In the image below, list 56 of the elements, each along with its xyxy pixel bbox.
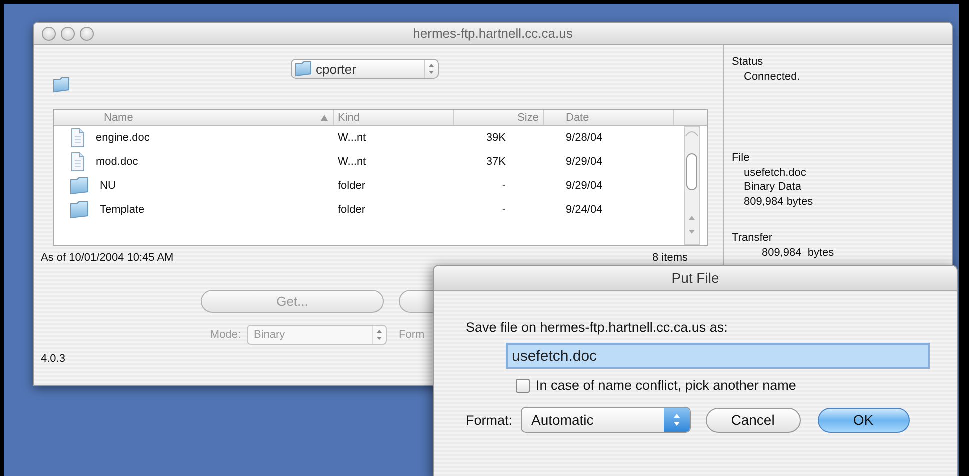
file-name: engine.doc bbox=[96, 132, 150, 144]
mode-label: Mode: bbox=[209, 329, 241, 341]
info-value: 809,984 bytes bbox=[743, 194, 814, 209]
put-button[interactable] bbox=[399, 290, 433, 313]
file-size: 39K bbox=[485, 132, 507, 144]
column-header[interactable]: Kind bbox=[334, 110, 454, 125]
file-date: 9/29/04 bbox=[565, 180, 604, 192]
info-value: 809,984 bytes bbox=[761, 246, 836, 260]
file-size: 37K bbox=[485, 156, 507, 168]
sort-arrow-icon bbox=[320, 114, 329, 122]
save-prompt: Save file on hermes-ftp.hartnell.cc.ca.us as: bbox=[466, 320, 729, 335]
info-value: usefetch.doc bbox=[743, 166, 808, 180]
scrollbar[interactable] bbox=[684, 126, 700, 245]
column-header[interactable]: Size bbox=[454, 110, 544, 125]
file-name: mod.doc bbox=[96, 156, 138, 168]
last-updated-text: As of 10/01/2004 10:45 AM bbox=[41, 252, 174, 264]
document-icon bbox=[70, 128, 86, 148]
format-label: Format: bbox=[466, 412, 513, 428]
column-header[interactable]: Name bbox=[54, 110, 334, 125]
file-name: NU bbox=[100, 180, 116, 192]
file-date: 9/28/04 bbox=[565, 132, 604, 144]
folder-icon bbox=[53, 77, 71, 93]
version-text: 4.0.3 bbox=[41, 353, 66, 365]
file-kind: folder bbox=[337, 180, 367, 192]
file-date: 9/29/04 bbox=[565, 156, 604, 168]
folder-popup[interactable]: cporter bbox=[291, 59, 439, 79]
dialog-button[interactable]: OK bbox=[818, 408, 910, 432]
file-date: 9/24/04 bbox=[565, 204, 604, 216]
window-title: hermes-ftp.hartnell.cc.ca.us bbox=[413, 26, 573, 41]
file-kind: W...nt bbox=[337, 156, 368, 168]
file-size: - bbox=[501, 204, 507, 216]
folder-icon bbox=[70, 177, 90, 195]
conflict-checkbox[interactable] bbox=[516, 378, 530, 392]
folder-icon bbox=[295, 61, 313, 77]
info-value: Binary Data bbox=[743, 180, 802, 194]
info-heading: Transfer bbox=[732, 231, 774, 246]
checkbox-label: In case of name conflict, pick another name bbox=[536, 378, 796, 393]
folder-icon bbox=[70, 201, 90, 219]
zoom-button[interactable] bbox=[80, 26, 94, 40]
minimize-button[interactable] bbox=[61, 26, 75, 40]
format-label: Form bbox=[399, 329, 425, 341]
file-kind: W...nt bbox=[337, 132, 368, 144]
file-name: Template bbox=[100, 204, 145, 216]
dialog-title: Put File bbox=[434, 266, 957, 291]
filename-field[interactable]: usefetch.doc bbox=[506, 343, 930, 369]
format-popup[interactable]: Automatic bbox=[520, 407, 691, 433]
file-kind: folder bbox=[337, 204, 367, 216]
column-header[interactable]: Date bbox=[544, 110, 674, 125]
info-heading: File bbox=[732, 151, 751, 166]
file-size: - bbox=[501, 180, 507, 192]
item-count: 8 items bbox=[652, 252, 688, 264]
document-icon bbox=[70, 152, 86, 172]
close-button[interactable] bbox=[42, 26, 56, 40]
info-heading: Status bbox=[732, 55, 764, 70]
info-value: Connected. bbox=[743, 70, 802, 84]
dialog-button[interactable]: Cancel bbox=[706, 408, 801, 432]
